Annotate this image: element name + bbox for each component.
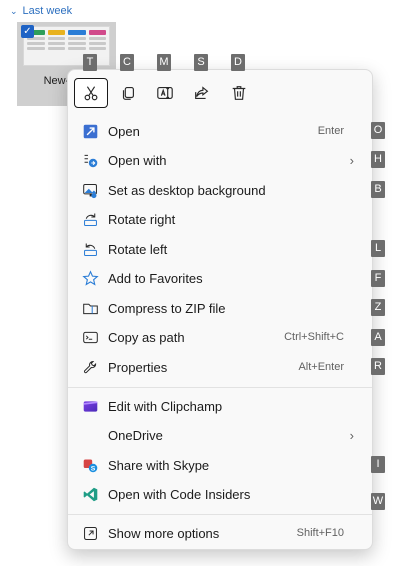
copy-icon <box>122 87 134 100</box>
chevron-down-icon: ⌄ <box>10 5 18 16</box>
selection-checkbox[interactable]: ✓ <box>21 25 34 38</box>
rename-icon <box>157 87 173 99</box>
menu-item-edit-with-clipchamp[interactable]: Edit with Clipchamp <box>72 392 368 420</box>
desktop-background-icon <box>82 182 99 199</box>
open-icon <box>82 123 99 140</box>
copy-button[interactable] <box>111 78 145 108</box>
access-key-open-with: H <box>371 151 385 168</box>
menu-item-add-to-favorites[interactable]: Add to Favorites <box>72 264 368 292</box>
share-icon <box>195 86 209 99</box>
menu-item-open-with[interactable]: Open with › <box>72 146 368 174</box>
group-header-label: Last week <box>22 5 73 17</box>
star-icon <box>82 270 99 287</box>
show-more-icon <box>82 525 99 542</box>
access-key-open: O <box>371 122 385 139</box>
menu-separator <box>68 514 372 515</box>
skype-icon: S <box>82 457 99 474</box>
menu-item-rotate-right[interactable]: Rotate right <box>72 205 368 233</box>
rotate-left-icon <box>82 241 99 258</box>
group-header-last-week[interactable]: ⌄ Last week <box>10 5 72 17</box>
wrench-icon <box>82 359 99 376</box>
access-key-favorites: F <box>371 270 385 287</box>
menu-item-properties[interactable]: Properties Alt+Enter <box>72 353 368 381</box>
access-key-copy: C <box>120 54 134 71</box>
scissors-icon <box>84 86 98 101</box>
access-key-delete: D <box>231 54 245 71</box>
access-key-share: S <box>194 54 208 71</box>
trash-icon <box>232 86 246 100</box>
menu-item-share-with-skype[interactable]: S Share with Skype <box>72 451 368 479</box>
access-key-rotate-left: L <box>371 240 385 257</box>
vscode-insiders-icon <box>82 486 99 503</box>
access-key-rename: M <box>157 54 171 71</box>
open-with-icon <box>82 152 99 169</box>
quick-actions-row <box>68 70 372 114</box>
menu-item-open-with-code-insiders[interactable]: Open with Code Insiders <box>72 480 368 508</box>
copy-path-icon <box>82 329 99 346</box>
cut-button[interactable] <box>74 78 108 108</box>
menu-separator <box>68 387 372 388</box>
rotate-right-icon <box>82 211 99 228</box>
context-menu: Open Enter Open with › Set as desktop ba… <box>67 69 373 550</box>
chevron-right-icon: › <box>349 427 354 443</box>
share-button[interactable] <box>185 78 219 108</box>
rename-button[interactable] <box>148 78 182 108</box>
access-key-compress: Z <box>371 299 385 316</box>
access-key-cut: T <box>83 54 97 71</box>
chevron-right-icon: › <box>349 152 354 168</box>
menu-item-copy-as-path[interactable]: Copy as path Ctrl+Shift+C <box>72 323 368 351</box>
access-key-skype: I <box>371 456 385 473</box>
menu-item-set-desktop-background[interactable]: Set as desktop background <box>72 176 368 204</box>
zip-icon <box>82 300 99 317</box>
menu-item-compress-zip[interactable]: Compress to ZIP file <box>72 294 368 322</box>
menu-item-open[interactable]: Open Enter <box>72 117 368 145</box>
access-key-properties: R <box>371 358 385 375</box>
menu-item-onedrive[interactable]: OneDrive › <box>72 421 368 449</box>
access-key-copy-path: A <box>371 329 385 346</box>
menu-item-show-more-options[interactable]: Show more options Shift+F10 <box>72 519 368 547</box>
access-key-set-background: B <box>371 181 385 198</box>
clipchamp-icon <box>82 398 99 415</box>
svg-text:S: S <box>91 466 96 473</box>
menu-item-rotate-left[interactable]: Rotate left <box>72 235 368 263</box>
access-key-code-insiders: W <box>371 493 385 510</box>
delete-button[interactable] <box>222 78 256 108</box>
